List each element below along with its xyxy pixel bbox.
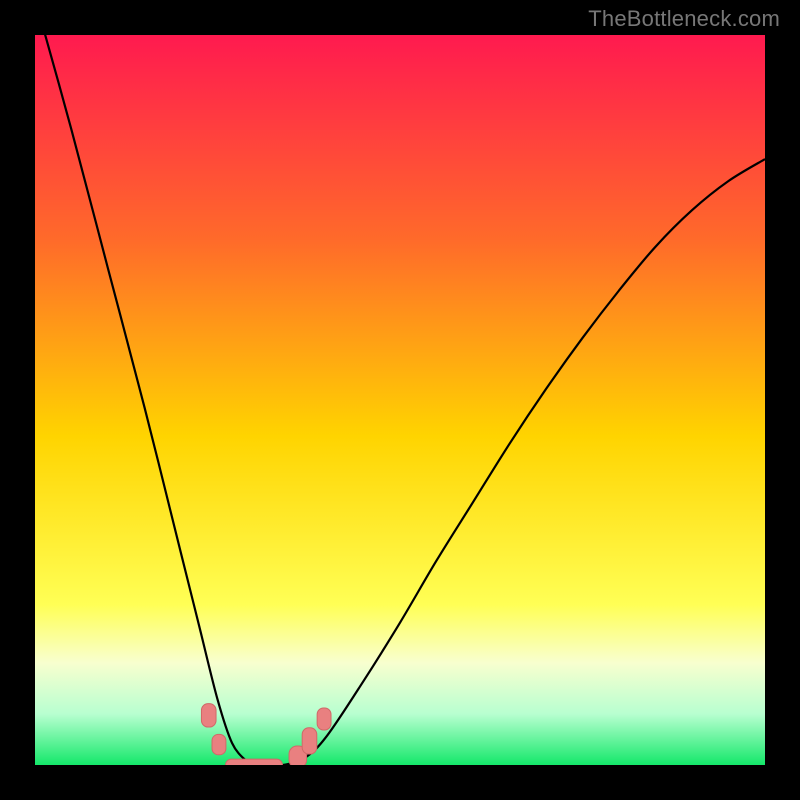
curve-marker bbox=[201, 704, 216, 727]
chart-svg bbox=[35, 35, 765, 765]
curve-marker bbox=[317, 708, 331, 730]
outer-frame: TheBottleneck.com bbox=[0, 0, 800, 800]
watermark-text: TheBottleneck.com bbox=[588, 6, 780, 32]
plot-area bbox=[35, 35, 765, 765]
gradient-background bbox=[35, 35, 765, 765]
curve-marker bbox=[302, 728, 317, 754]
curve-marker bbox=[212, 734, 226, 754]
curve-marker bbox=[226, 759, 283, 765]
